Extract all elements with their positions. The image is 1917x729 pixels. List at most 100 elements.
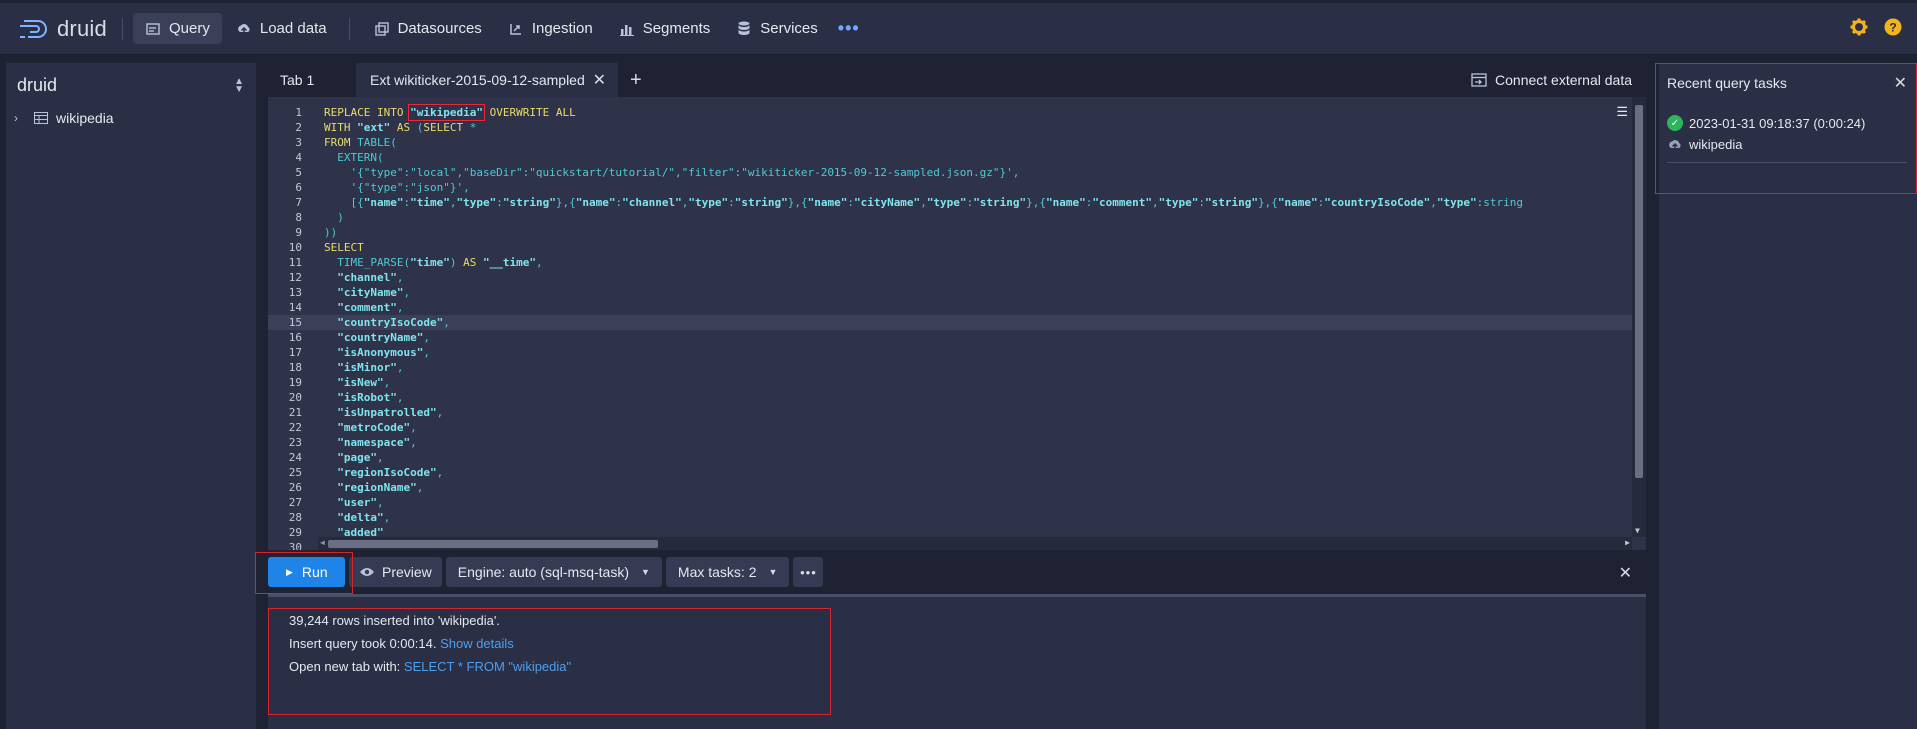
code-text: "countryIsoCode", — [337, 316, 450, 329]
close-tab-icon[interactable]: ✕ — [593, 70, 606, 90]
code-line[interactable]: 27 "user", — [268, 495, 1646, 510]
datasources-icon — [374, 21, 390, 37]
vertical-scroll-thumb[interactable] — [1635, 105, 1643, 478]
line-number: 12 — [288, 271, 302, 284]
code-line[interactable]: 22 "metroCode", — [268, 420, 1646, 435]
code-line[interactable]: 17 "isAnonymous", — [268, 345, 1646, 360]
engine-selector[interactable]: Engine: auto (sql-msq-task) ▼ — [445, 557, 662, 587]
code-line[interactable]: 25 "regionIsoCode", — [268, 465, 1646, 480]
line-number: 21 — [288, 406, 302, 419]
code-line[interactable]: 23 "namespace", — [268, 435, 1646, 450]
chevron-right-icon[interactable]: › — [14, 111, 28, 125]
tree-item-label: wikipedia — [56, 110, 114, 126]
code-line[interactable]: 19 "isNew", — [268, 375, 1646, 390]
nav-datasources[interactable]: Datasources — [362, 13, 494, 44]
line-number: 13 — [288, 286, 302, 299]
code-line[interactable]: 10 SELECT — [268, 240, 1646, 255]
help-icon[interactable]: ? — [1883, 17, 1903, 37]
code-text: "isNew", — [337, 376, 391, 389]
more-nav-button[interactable]: ••• — [838, 18, 860, 39]
schema-sidebar: druid ▲ ▼ › wikipedia — [6, 63, 256, 729]
code-line[interactable]: 28 "delta", — [268, 510, 1646, 525]
preview-label: Preview — [382, 564, 432, 580]
recent-query-tasks-panel: Recent query tasks ✕ ✓ 2023-01-31 09:18:… — [1659, 63, 1917, 729]
nav-load-data[interactable]: Load data — [224, 13, 339, 44]
code-text: WITH "ext" AS (SELECT * — [324, 121, 477, 134]
code-line[interactable]: 24 "page", — [268, 450, 1646, 465]
nav-datasources-label: Datasources — [397, 20, 482, 37]
code-line[interactable]: 13 "cityName", — [268, 285, 1646, 300]
code-line[interactable]: 20 "isRobot", — [268, 390, 1646, 405]
code-line[interactable]: 21 "isUnpatrolled", — [268, 405, 1646, 420]
sql-editor[interactable]: 1 REPLACE INTO "wikipedia" OVERWRITE ALL 2… — [268, 97, 1646, 550]
caret-down-icon: ▼ — [640, 567, 650, 577]
code-line[interactable]: 12 "channel", — [268, 270, 1646, 285]
tab-label: Tab 1 — [280, 72, 315, 88]
max-tasks-label: Max tasks: 2 — [677, 564, 757, 580]
line-number: 20 — [288, 391, 302, 404]
gear-icon[interactable] — [1849, 17, 1869, 37]
code-line[interactable]: 15 "countryIsoCode", — [268, 315, 1646, 330]
vertical-scrollbar[interactable]: ▼ — [1632, 97, 1646, 537]
nav-query[interactable]: Query — [133, 13, 222, 44]
code-line[interactable]: 2 WITH "ext" AS (SELECT * — [268, 120, 1646, 135]
run-label: Run — [301, 564, 328, 580]
scroll-left-arrow-icon[interactable]: ◀ — [320, 538, 325, 547]
schema-selector-label[interactable]: druid — [17, 75, 57, 96]
task-time: 2023-01-31 09:18:37 (0:00:24) — [1689, 115, 1866, 131]
nav-segments[interactable]: Segments — [607, 13, 723, 44]
max-tasks-selector[interactable]: Max tasks: 2 ▼ — [665, 557, 790, 587]
editor-menu-icon[interactable]: ☰ — [1616, 105, 1628, 120]
code-line[interactable]: 6 '{"type":"json"}', — [268, 180, 1646, 195]
horizontal-scrollbar[interactable]: ◀ ▶ — [318, 537, 1632, 550]
code-text: '{"type":"json"}', — [324, 181, 470, 194]
close-panel-icon[interactable]: ✕ — [1894, 73, 1907, 93]
tree-item-wikipedia[interactable]: › wikipedia — [6, 110, 256, 126]
code-line[interactable]: 7 [{"name":"time","type":"string"},{"nam… — [268, 195, 1646, 210]
code-text: "isUnpatrolled", — [337, 406, 444, 419]
line-number: 15 — [288, 316, 302, 329]
more-options-button[interactable]: ••• — [793, 557, 824, 587]
close-results-icon[interactable]: ✕ — [1619, 563, 1632, 583]
line-number: 30 — [288, 541, 302, 550]
tab-1[interactable]: Tab 1 — [268, 63, 356, 97]
line-number: 24 — [288, 451, 302, 464]
code-text: EXTERN( — [324, 151, 384, 164]
code-line[interactable]: 1 REPLACE INTO "wikipedia" OVERWRITE ALL — [268, 104, 1646, 121]
nav-services[interactable]: Services — [724, 13, 830, 44]
code-line[interactable]: 4 EXTERN( — [268, 150, 1646, 165]
code-text: "regionIsoCode", — [337, 466, 444, 479]
horizontal-scroll-thumb[interactable] — [328, 540, 658, 548]
cloud-upload-icon — [1669, 139, 1681, 151]
select-caret-icon[interactable]: ▲ ▼ — [234, 76, 244, 94]
nav-ingestion[interactable]: Ingestion — [496, 13, 605, 44]
add-tab-button[interactable]: + — [630, 69, 642, 92]
eye-icon — [360, 568, 374, 576]
scroll-down-arrow-icon[interactable]: ▼ — [1635, 526, 1640, 535]
code-text: )) — [324, 226, 338, 239]
select-query-link[interactable]: SELECT * FROM "wikipedia" — [404, 659, 571, 674]
druid-logo[interactable]: druid — [18, 16, 122, 42]
scroll-right-arrow-icon[interactable]: ▶ — [1625, 538, 1630, 547]
run-toolbar: ▶ Run Preview Engine: auto (sql-msq-task… — [268, 557, 1646, 587]
line-number: 11 — [288, 256, 302, 269]
code-line[interactable]: 16 "countryName", — [268, 330, 1646, 345]
preview-button[interactable]: Preview — [349, 557, 442, 587]
recent-task-item[interactable]: ✓ 2023-01-31 09:18:37 (0:00:24) wikipedi… — [1667, 115, 1917, 152]
code-line[interactable]: 14 "comment", — [268, 300, 1646, 315]
show-details-link[interactable]: Show details — [440, 636, 514, 651]
code-line[interactable]: 3 FROM TABLE( — [268, 135, 1646, 150]
connect-external-data-button[interactable]: Connect external data — [1471, 63, 1632, 97]
tab-ext-wikiticker[interactable]: Ext wikiticker-2015-09-12-sampled ✕ — [356, 63, 618, 97]
code-line[interactable]: 9)) — [268, 225, 1646, 240]
code-line[interactable]: 18 "isMinor", — [268, 360, 1646, 375]
code-line[interactable]: 5 '{"type":"local","baseDir":"quickstart… — [268, 165, 1646, 180]
engine-label: Engine: auto (sql-msq-task) — [457, 564, 629, 580]
code-line[interactable]: 11 TIME_PARSE("time") AS "__time", — [268, 255, 1646, 270]
code-line[interactable]: 8 ) — [268, 210, 1646, 225]
line-number: 28 — [288, 511, 302, 524]
code-text: SELECT — [324, 241, 364, 254]
code-lines[interactable]: 1 REPLACE INTO "wikipedia" OVERWRITE ALL 2… — [268, 97, 1646, 550]
code-line[interactable]: 26 "regionName", — [268, 480, 1646, 495]
run-button[interactable]: ▶ Run — [268, 557, 345, 587]
